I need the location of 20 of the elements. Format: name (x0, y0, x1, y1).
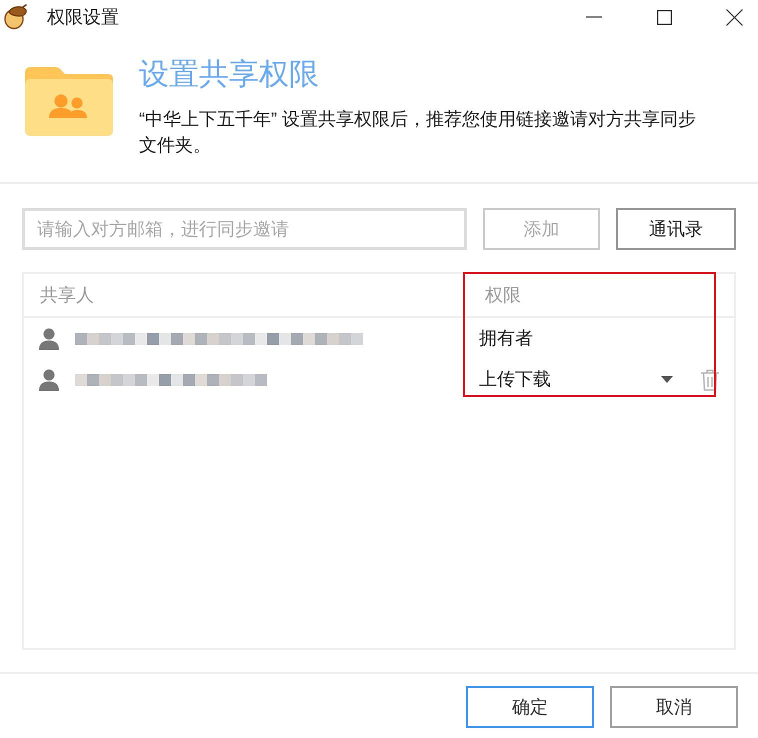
permission-dropdown[interactable]: 上传下载 (479, 362, 676, 396)
contacts-button[interactable]: 通讯录 (616, 208, 736, 250)
column-header: 共享人 (40, 284, 94, 306)
person-icon (39, 368, 59, 390)
email-input-field[interactable]: 请输入对方邮箱，进行同步邀请 (22, 208, 467, 250)
close-icon (726, 8, 742, 26)
trash-icon[interactable] (700, 368, 720, 390)
maximize-icon (656, 10, 672, 24)
confirm-button[interactable]: 确定 (466, 686, 594, 728)
minimize-icon (586, 16, 602, 18)
caret-icon (661, 376, 673, 383)
dialog-heading: 设置共享权限 (139, 57, 319, 93)
window-title: 权限设置 (47, 8, 119, 26)
acorn-icon (2, 4, 28, 30)
shared-folder-icon (25, 67, 113, 136)
description-text: “中华上下五千年” 设置共享权限后，推荐您使用链接邀请对方共享同步文件夹。 (139, 108, 697, 157)
person-icon (39, 328, 59, 350)
permission-text: 拥有者 (479, 327, 533, 350)
cancel-button[interactable]: 取消 (610, 686, 738, 728)
column-header: 权限 (485, 284, 521, 306)
